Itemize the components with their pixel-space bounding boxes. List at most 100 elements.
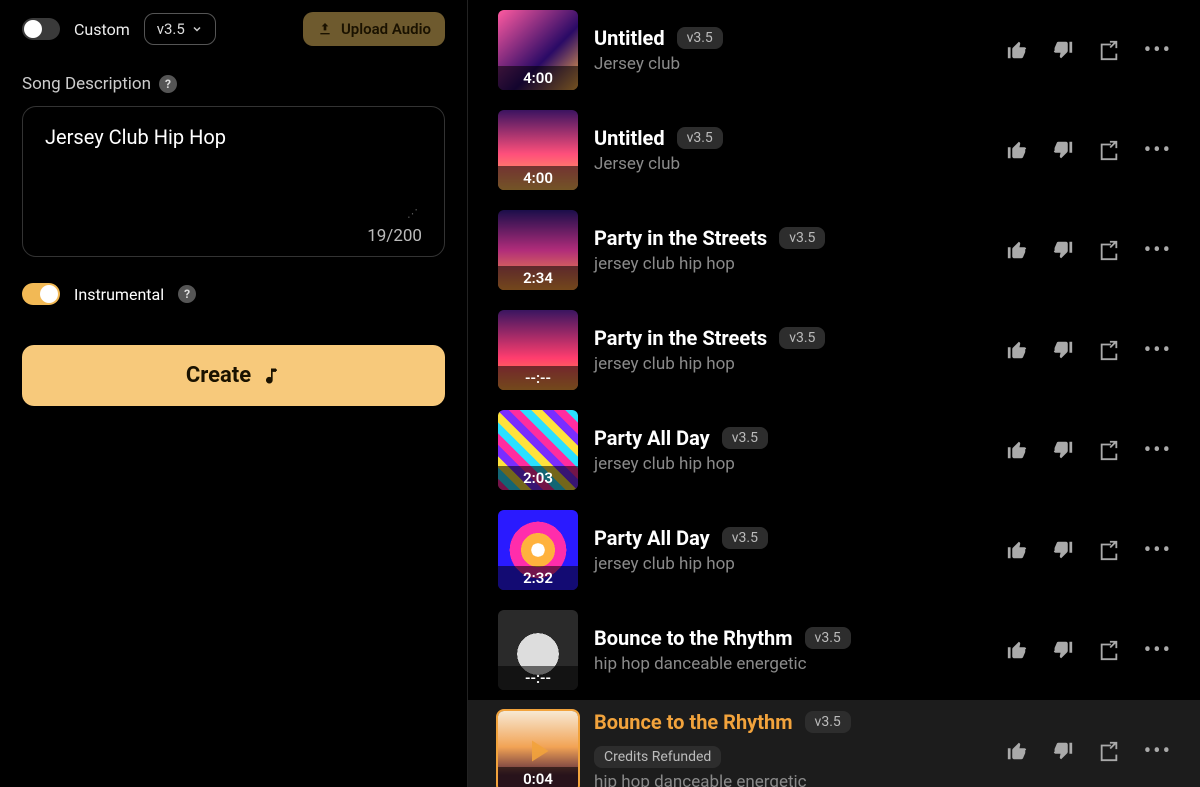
track-thumbnail[interactable]: 4:00 <box>498 10 578 90</box>
track-subtitle: Jersey club <box>594 154 990 174</box>
thumbs-down-icon[interactable] <box>1052 639 1074 661</box>
thumbs-up-icon[interactable] <box>1006 39 1028 61</box>
track-duration: 2:32 <box>498 566 578 590</box>
track-thumbnail[interactable]: 4:00 <box>498 110 578 190</box>
track-subtitle: hip hop danceable energetic <box>594 772 990 787</box>
description-input[interactable] <box>45 125 422 209</box>
track-duration: --:-- <box>498 366 578 390</box>
thumbs-down-icon[interactable] <box>1052 439 1074 461</box>
help-icon[interactable]: ? <box>178 285 196 303</box>
track-thumbnail[interactable]: 0:04 <box>498 711 578 787</box>
thumbs-up-icon[interactable] <box>1006 239 1028 261</box>
track-row[interactable]: 2:32 Party All Day v3.5 jersey club hip … <box>468 500 1200 600</box>
track-actions: ••• <box>1006 739 1172 764</box>
share-icon[interactable] <box>1098 740 1120 762</box>
more-icon[interactable]: ••• <box>1144 739 1172 764</box>
version-select[interactable]: v3.5 <box>144 13 216 45</box>
custom-label: Custom <box>74 20 130 39</box>
version-badge: v3.5 <box>677 27 723 49</box>
track-row[interactable]: 2:03 Party All Day v3.5 jersey club hip … <box>468 400 1200 500</box>
help-icon[interactable]: ? <box>159 75 177 93</box>
thumbs-up-icon[interactable] <box>1006 740 1028 762</box>
track-title: Bounce to the Rhythm <box>594 626 793 650</box>
track-thumbnail[interactable]: 2:03 <box>498 410 578 490</box>
version-badge: v3.5 <box>779 327 825 349</box>
track-title: Untitled <box>594 126 665 150</box>
thumbs-down-icon[interactable] <box>1052 339 1074 361</box>
more-icon[interactable]: ••• <box>1144 238 1172 263</box>
track-duration: 0:04 <box>498 767 578 787</box>
version-badge: v3.5 <box>677 127 723 149</box>
share-icon[interactable] <box>1098 339 1120 361</box>
track-meta: Party in the Streets v3.5 jersey club hi… <box>594 326 990 374</box>
more-icon[interactable]: ••• <box>1144 438 1172 463</box>
thumbs-down-icon[interactable] <box>1052 39 1074 61</box>
track-actions: ••• <box>1006 538 1172 563</box>
more-icon[interactable]: ••• <box>1144 638 1172 663</box>
version-badge: v3.5 <box>722 427 768 449</box>
thumbs-up-icon[interactable] <box>1006 139 1028 161</box>
track-meta: Untitled v3.5 Jersey club <box>594 126 990 174</box>
more-icon[interactable]: ••• <box>1144 38 1172 63</box>
share-icon[interactable] <box>1098 439 1120 461</box>
thumbs-up-icon[interactable] <box>1006 539 1028 561</box>
track-subtitle: jersey club hip hop <box>594 354 990 374</box>
top-row: Custom v3.5 Upload Audio <box>22 12 445 46</box>
thumbs-down-icon[interactable] <box>1052 539 1074 561</box>
instrumental-toggle[interactable] <box>22 283 60 305</box>
version-badge: v3.5 <box>805 627 851 649</box>
thumbs-down-icon[interactable] <box>1052 740 1074 762</box>
track-meta: Bounce to the Rhythm v3.5 Credits Refund… <box>594 710 990 787</box>
track-duration: 2:34 <box>498 266 578 290</box>
share-icon[interactable] <box>1098 539 1120 561</box>
track-subtitle: jersey club hip hop <box>594 254 990 274</box>
track-row[interactable]: 4:00 Untitled v3.5 Jersey club ••• <box>468 0 1200 100</box>
track-title: Bounce to the Rhythm <box>594 710 793 734</box>
track-duration: 4:00 <box>498 166 578 190</box>
track-subtitle: jersey club hip hop <box>594 554 990 574</box>
track-list: 4:00 Untitled v3.5 Jersey club ••• 4:00 … <box>468 0 1200 787</box>
more-icon[interactable]: ••• <box>1144 538 1172 563</box>
share-icon[interactable] <box>1098 39 1120 61</box>
thumbs-up-icon[interactable] <box>1006 339 1028 361</box>
track-meta: Bounce to the Rhythm v3.5 hip hop dancea… <box>594 626 990 674</box>
track-actions: ••• <box>1006 138 1172 163</box>
upload-label: Upload Audio <box>341 20 431 38</box>
thumbs-down-icon[interactable] <box>1052 139 1074 161</box>
track-thumbnail[interactable]: 2:32 <box>498 510 578 590</box>
thumbs-up-icon[interactable] <box>1006 639 1028 661</box>
track-row[interactable]: 0:04 Bounce to the Rhythm v3.5 Credits R… <box>468 700 1200 787</box>
extra-badge: Credits Refunded <box>594 746 721 768</box>
thumbs-up-icon[interactable] <box>1006 439 1028 461</box>
track-actions: ••• <box>1006 438 1172 463</box>
track-meta: Untitled v3.5 Jersey club <box>594 26 990 74</box>
share-icon[interactable] <box>1098 639 1120 661</box>
more-icon[interactable]: ••• <box>1144 138 1172 163</box>
upload-audio-button[interactable]: Upload Audio <box>303 12 445 46</box>
custom-toggle[interactable] <box>22 18 60 40</box>
instrumental-label: Instrumental <box>74 285 164 304</box>
create-panel: Custom v3.5 Upload Audio Song Descriptio… <box>0 0 468 787</box>
track-row[interactable]: --:-- Party in the Streets v3.5 jersey c… <box>468 300 1200 400</box>
song-description-label: Song Description ? <box>22 74 445 94</box>
track-title: Party All Day <box>594 526 710 550</box>
share-icon[interactable] <box>1098 239 1120 261</box>
thumbs-down-icon[interactable] <box>1052 239 1074 261</box>
more-icon[interactable]: ••• <box>1144 338 1172 363</box>
create-button[interactable]: Create <box>22 345 445 406</box>
version-badge: v3.5 <box>779 227 825 249</box>
track-thumbnail[interactable]: --:-- <box>498 310 578 390</box>
create-label: Create <box>186 363 251 388</box>
track-row[interactable]: --:-- Bounce to the Rhythm v3.5 hip hop … <box>468 600 1200 700</box>
track-subtitle: Jersey club <box>594 54 990 74</box>
track-thumbnail[interactable]: --:-- <box>498 610 578 690</box>
instrumental-row: Instrumental ? <box>22 283 445 305</box>
toggle-knob <box>24 20 42 38</box>
track-thumbnail[interactable]: 2:34 <box>498 210 578 290</box>
track-row[interactable]: 4:00 Untitled v3.5 Jersey club ••• <box>468 100 1200 200</box>
track-row[interactable]: 2:34 Party in the Streets v3.5 jersey cl… <box>468 200 1200 300</box>
share-icon[interactable] <box>1098 139 1120 161</box>
music-note-icon <box>261 366 281 386</box>
track-meta: Party All Day v3.5 jersey club hip hop <box>594 526 990 574</box>
track-title: Party All Day <box>594 426 710 450</box>
